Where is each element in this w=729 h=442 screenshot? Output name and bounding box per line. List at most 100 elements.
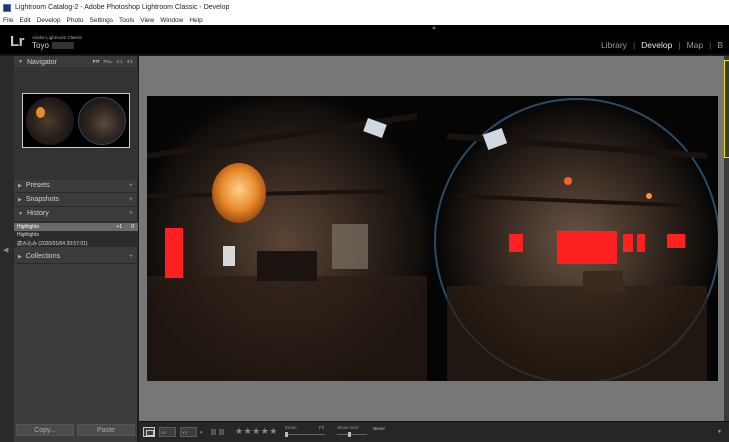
copy-button[interactable]: Copy... <box>16 424 74 436</box>
zoom-fill[interactable]: FILL <box>103 59 112 64</box>
history-item-label: Highlights <box>17 232 39 238</box>
add-collection-icon[interactable]: + <box>129 253 133 260</box>
clear-history-icon[interactable]: × <box>129 210 133 217</box>
zoom-slider-handle[interactable] <box>285 432 288 437</box>
reject-flag-icon[interactable] <box>219 429 224 435</box>
doors-left <box>332 224 368 269</box>
floor-right <box>447 286 707 381</box>
thumb-fisheye-right <box>78 97 126 145</box>
collections-title: Collections <box>25 253 61 260</box>
left-panel-edge[interactable]: ◀ <box>0 56 14 442</box>
module-library[interactable]: Library <box>595 40 633 50</box>
zoom-1-1[interactable]: 1:1 <box>116 59 122 64</box>
ceiling-light <box>646 193 652 199</box>
menu-file[interactable]: File <box>3 17 13 24</box>
lr-logo: Lr <box>10 33 25 50</box>
expand-triangle-icon: ▼ <box>18 210 23 217</box>
history-item[interactable]: Highlights +1 0 <box>14 223 138 231</box>
module-develop[interactable]: Develop <box>635 40 678 50</box>
presets-header[interactable]: ▶ Presets + <box>14 179 138 192</box>
loupe-canvas[interactable] <box>139 56 724 421</box>
ceiling-light <box>564 177 572 185</box>
redacted-name <box>52 42 74 49</box>
menu-edit[interactable]: Edit <box>19 17 30 24</box>
navigator-title: Navigator <box>26 58 57 66</box>
table <box>583 271 623 293</box>
window-title: Lightroom Catalog-2 - Adobe Photoshop Li… <box>15 4 230 11</box>
before-after-split-label: YY <box>182 430 188 435</box>
collapsed-triangle-icon: ▶ <box>18 196 22 203</box>
zoom-slider[interactable] <box>285 434 325 435</box>
history-title: History <box>26 210 49 217</box>
loupe-view-button[interactable] <box>143 427 155 437</box>
sign-board <box>223 246 235 266</box>
chevron-down-icon[interactable]: ▾ <box>200 430 203 436</box>
grid-slider[interactable] <box>337 434 367 435</box>
history-item-after: 0 <box>131 224 134 230</box>
toolbar: XY YY ▾ ★★★★★ Zoom Fit Show Grid : Never… <box>139 421 729 442</box>
menu-bar: File Edit Develop Photo Settings Tools V… <box>0 15 729 25</box>
paste-button[interactable]: Paste <box>77 424 135 436</box>
navigator-preview-area[interactable] <box>14 70 138 180</box>
menu-tools[interactable]: Tools <box>119 17 134 24</box>
zoom-fit[interactable]: FIT <box>93 59 100 64</box>
product-name: Adobe Lightroom Classic <box>32 35 83 40</box>
floor-left <box>147 276 427 381</box>
module-picker: Library | Develop | Map | B <box>595 40 729 50</box>
snapshots-title: Snapshots <box>25 196 59 203</box>
user-name: Toyo <box>32 41 49 50</box>
window-title-bar: Lightroom Catalog-2 - Adobe Photoshop Li… <box>0 0 729 15</box>
snapshots-header[interactable]: ▶ Snapshots + <box>14 193 138 206</box>
module-book[interactable]: B <box>711 40 729 50</box>
pick-flag-icon[interactable] <box>211 429 216 435</box>
menu-help[interactable]: Help <box>189 17 202 24</box>
menu-window[interactable]: Window <box>160 17 183 24</box>
add-snapshot-icon[interactable]: + <box>129 196 133 203</box>
collections-header[interactable]: ▶ Collections + <box>14 250 138 263</box>
menu-settings[interactable]: Settings <box>90 17 114 24</box>
paper-lantern <box>212 163 266 223</box>
show-grid-label: Show Grid : <box>337 425 361 430</box>
collapsed-triangle-icon: ▶ <box>18 182 22 189</box>
clip-warning-left-window <box>509 234 523 252</box>
stairs-left <box>257 251 317 281</box>
star-rating[interactable]: ★★★★★ <box>235 426 278 437</box>
presets-title: Presets <box>25 182 50 189</box>
history-item-label: Highlights <box>17 224 39 230</box>
clip-warning-left <box>165 228 183 278</box>
show-grid-select[interactable]: Never <box>373 426 385 431</box>
clip-warning-right <box>623 234 633 252</box>
zoom-fit-label: Fit <box>319 425 324 430</box>
grid-slider-handle[interactable] <box>347 432 351 437</box>
thumb-lantern <box>36 107 45 118</box>
fisheye-photo <box>147 96 718 381</box>
history-list: Highlights +1 0 Highlights 読み込み (2020/01… <box>14 221 138 247</box>
thumb-fisheye-left <box>26 97 74 145</box>
history-item[interactable]: Highlights <box>14 231 138 239</box>
photo-preview[interactable] <box>147 96 718 381</box>
clip-warning-far-right <box>667 234 685 248</box>
menu-photo[interactable]: Photo <box>67 17 84 24</box>
navigator-zoom-options: FIT FILL 1:1 4:1 <box>89 59 133 64</box>
navigator-thumbnail[interactable] <box>22 93 130 148</box>
lightroom-app-icon <box>3 3 11 12</box>
history-item-label: 読み込み (2020/01/04 20:57:01) <box>17 240 88 247</box>
clip-warning-center <box>557 231 617 264</box>
menu-develop[interactable]: Develop <box>37 17 61 24</box>
expand-triangle-icon: ▼ <box>18 59 23 65</box>
before-after-label: XY <box>161 430 167 435</box>
history-item[interactable]: 読み込み (2020/01/04 20:57:01) <box>14 239 138 247</box>
module-map[interactable]: Map <box>681 40 710 50</box>
menu-view[interactable]: View <box>140 17 154 24</box>
history-header[interactable]: ▼ History × <box>14 207 138 220</box>
collapse-left-icon[interactable]: ◀ <box>3 246 8 254</box>
clip-warning-right <box>637 234 645 252</box>
zoom-4-1[interactable]: 4:1 <box>127 59 133 64</box>
add-preset-icon[interactable]: + <box>129 182 133 189</box>
top-panel-collapse-icon[interactable]: ▲ <box>431 25 437 31</box>
history-item-before: +1 <box>116 224 122 230</box>
panel-divider <box>14 263 138 264</box>
collapsed-triangle-icon: ▶ <box>18 253 22 260</box>
toolbar-menu-icon[interactable]: ▼ <box>717 429 722 435</box>
left-panel: ▼ Navigator FIT FILL 1:1 4:1 ▶ Presets +… <box>14 56 138 442</box>
